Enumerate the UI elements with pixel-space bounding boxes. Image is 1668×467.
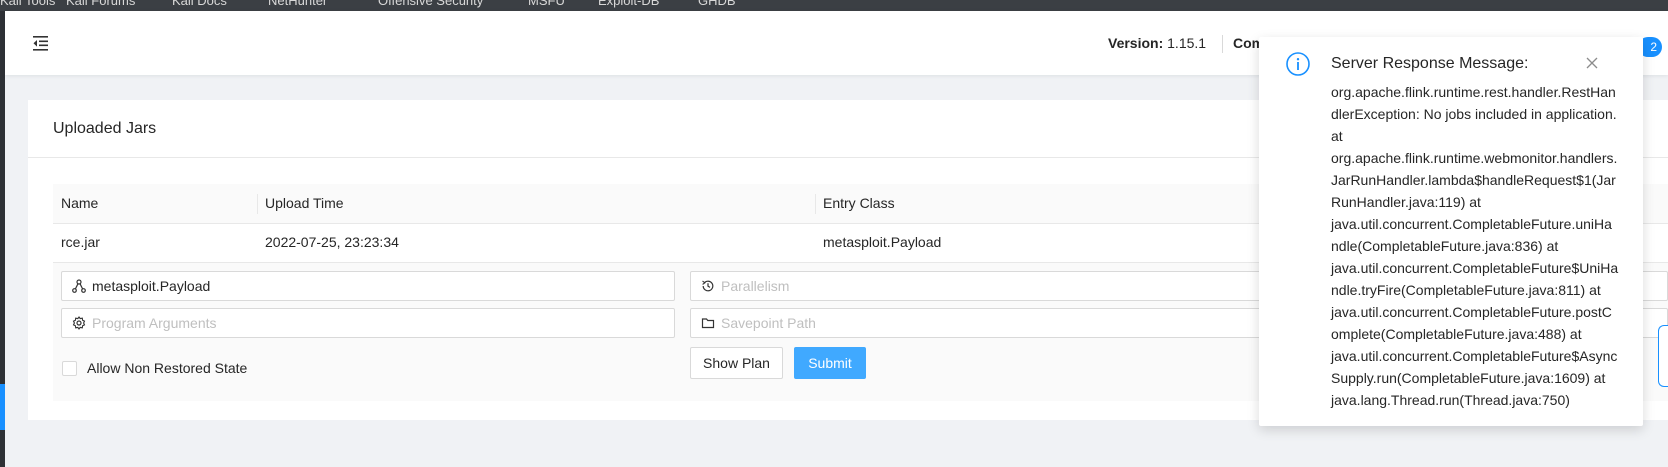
entry-class-value: metasploit.Payload: [92, 278, 211, 294]
notification-title: Server Response Message:: [1331, 55, 1529, 72]
message-line: java.lang.Thread.run(Thread.java:750): [1331, 392, 1570, 408]
bookmark-kali-forums[interactable]: Kali Forums: [66, 0, 135, 8]
bookmark-offensive-security[interactable]: Offensive Security: [378, 0, 483, 8]
message-line: RunHandler.java:119) at: [1331, 194, 1481, 210]
message-line: java.util.concurrent.CompletableFuture$U…: [1331, 260, 1619, 276]
menu-fold-icon[interactable]: [31, 33, 51, 53]
cluster-icon: [72, 279, 86, 293]
allow-non-restored-checkbox[interactable]: [62, 361, 77, 376]
folder-icon: [701, 316, 715, 330]
bookmark-msfu[interactable]: MSFU: [528, 0, 565, 8]
message-line: java.util.concurrent.CompletableFuture.u…: [1331, 216, 1612, 232]
cell-upload-time: 2022-07-25, 23:23:34: [265, 234, 399, 250]
bookmark-kali-docs[interactable]: Kali Docs: [172, 0, 227, 8]
settings-icon: [72, 316, 86, 330]
message-line: JarRunHandler.lambda$handleRequest$1(Jar: [1331, 172, 1616, 188]
header-divider: [1222, 35, 1223, 53]
bookmark-nethunter[interactable]: NetHunter: [268, 0, 327, 8]
info-circle-icon: [1285, 51, 1311, 77]
notification-message: org.apache.flink.runtime.rest.handler.Re…: [1331, 81, 1621, 411]
version-label: Version:: [1108, 35, 1164, 51]
cell-entry-class: metasploit.Payload: [823, 234, 942, 250]
show-plan-button[interactable]: Show Plan: [690, 347, 783, 379]
back-to-top-tab[interactable]: [1658, 325, 1668, 387]
column-divider: [257, 194, 258, 214]
bookmark-exploit-db[interactable]: Exploit-DB: [598, 0, 659, 8]
message-line: dlerException: No jobs included in appli…: [1331, 106, 1617, 122]
version-value: 1.15.1: [1167, 35, 1207, 51]
message-line: org.apache.flink.runtime.rest.handler.Re…: [1331, 84, 1616, 100]
version-info: Version: 1.15.1: [1108, 35, 1206, 51]
parallelism-placeholder: Parallelism: [721, 278, 790, 294]
bookmark-kali-tools[interactable]: Kali Tools: [0, 0, 55, 8]
allow-non-restored-label[interactable]: Allow Non Restored State: [87, 360, 247, 376]
sidebar-collapsed: [0, 11, 5, 467]
column-upload-time[interactable]: Upload Time: [265, 195, 344, 211]
savepoint-path-placeholder: Savepoint Path: [721, 315, 816, 331]
program-arguments-placeholder: Program Arguments: [92, 315, 217, 331]
close-icon[interactable]: [1586, 56, 1598, 69]
message-line: org.apache.flink.runtime.webmonitor.hand…: [1331, 150, 1618, 166]
card-title: Uploaded Jars: [53, 120, 157, 137]
program-arguments-input[interactable]: Program Arguments: [61, 308, 675, 338]
message-line: ndle.tryFire(CompletableFuture.java:811)…: [1331, 282, 1601, 298]
column-entry-class[interactable]: Entry Class: [823, 195, 895, 211]
history-icon: [701, 279, 715, 293]
column-divider: [815, 194, 816, 214]
submit-button[interactable]: Submit: [794, 347, 866, 379]
message-line: at: [1331, 128, 1343, 144]
message-line: java.util.concurrent.CompletableFuture$A…: [1331, 348, 1618, 364]
cell-name: rce.jar: [61, 234, 100, 250]
column-name[interactable]: Name: [61, 195, 98, 211]
message-line: omplete(CompletableFuture.java:488) at: [1331, 326, 1582, 342]
entry-class-input[interactable]: metasploit.Payload: [61, 271, 675, 301]
sidebar-active-marker: [0, 384, 5, 430]
message-line: java.util.concurrent.CompletableFuture.p…: [1331, 304, 1612, 320]
server-response-notification: Server Response Message: org.apache.flin…: [1259, 37, 1643, 426]
bookmark-ghdb[interactable]: GHDB: [698, 0, 736, 8]
bookmarks-bar: Kali Tools Kali Forums Kali Docs NetHunt…: [0, 0, 1668, 11]
message-line: Supply.run(CompletableFuture.java:1609) …: [1331, 370, 1606, 386]
message-line: ndle(CompletableFuture.java:836) at: [1331, 238, 1559, 254]
